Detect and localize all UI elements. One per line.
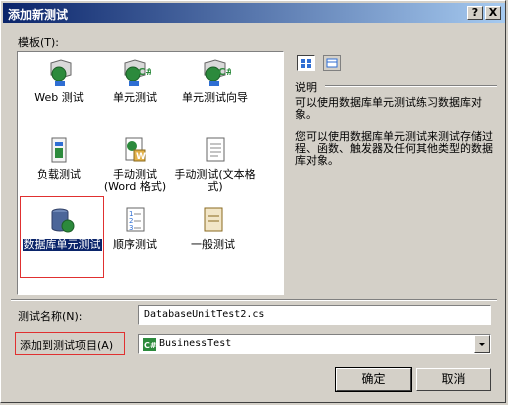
ordered-test-icon: 1 2 3 [126, 207, 145, 232]
small-icons-view-button[interactable] [323, 55, 341, 71]
svg-text:C#: C# [138, 67, 151, 78]
dialog-title: 添加新测试 [8, 8, 69, 22]
svg-text:C#: C# [144, 341, 156, 350]
close-button[interactable]: X [485, 6, 501, 20]
template-unit-test[interactable]: C# 单元测试 [96, 57, 174, 104]
template-manual-word-test[interactable]: W 手动测试(Word 格式) [96, 134, 174, 193]
description-divider [325, 85, 497, 87]
add-to-project-value: BusinessTest [159, 338, 232, 349]
template-label: 顺序测试 [113, 238, 157, 251]
description-text: 可以使用数据库单元测试练习数据库对象。 [295, 96, 482, 121]
title-bar[interactable]: 添加新测试 ? X [3, 3, 505, 23]
chevron-down-icon [479, 343, 485, 346]
large-icons-view-button[interactable] [297, 55, 315, 71]
ok-button[interactable]: 确定 [335, 367, 412, 392]
template-label: 单元测试 [113, 91, 157, 104]
template-label: 手动测试(文本格式) [174, 168, 256, 193]
add-to-project-select[interactable]: C# BusinessTest [138, 334, 491, 354]
test-name-value: DatabaseUnitTest2.cs [144, 309, 265, 320]
highlight-box-database-unit-test [20, 196, 104, 278]
cancel-button[interactable]: 取消 [416, 368, 491, 391]
description-heading: 说明 [295, 81, 317, 94]
large-icons-view-icon [301, 59, 311, 68]
load-test-icon [51, 137, 67, 163]
template-web-test[interactable]: Web 测试 [20, 57, 98, 104]
generic-test-icon [204, 207, 223, 232]
svg-text:W: W [136, 152, 146, 162]
template-manual-text-test[interactable]: 手动测试(文本格式) [172, 134, 258, 193]
test-name-input[interactable]: DatabaseUnitTest2.cs [138, 305, 491, 325]
template-label: 单元测试向导 [182, 91, 248, 104]
test-name-label: 测试名称(N): [18, 310, 83, 323]
unit-test-icon: C# [124, 59, 151, 86]
template-label: 负载测试 [37, 168, 81, 181]
separator [11, 299, 497, 301]
template-ordered-test[interactable]: 1 2 3 顺序测试 [96, 204, 174, 251]
manual-word-test-icon: W [125, 137, 146, 162]
svg-text:C#: C# [218, 67, 231, 78]
template-load-test[interactable]: 负载测试 [20, 134, 98, 181]
help-button[interactable]: ? [467, 6, 483, 20]
template-label: 一般测试 [191, 238, 235, 251]
template-label: Web 测试 [34, 91, 84, 104]
manual-text-test-icon [206, 137, 225, 162]
add-to-project-label: 添加到测试项目(A) [20, 339, 114, 352]
dropdown-button[interactable] [474, 335, 490, 353]
template-label: 手动测试(Word 格式) [103, 168, 167, 193]
template-generic-test[interactable]: 一般测试 [174, 204, 252, 251]
csharp-project-icon: C# [143, 338, 156, 351]
add-new-test-dialog: 添加新测试 ? X 模板(T): Web 测试 C# 单元测试 [0, 0, 506, 403]
web-test-icon [50, 59, 72, 86]
small-icons-view-icon [326, 58, 338, 68]
template-unit-test-wizard[interactable]: C# 单元测试向导 [174, 57, 256, 104]
description-detail: 您可以使用数据库单元测试来测试存储过程、函数、触发器及任何其他类型的数据库对象。 [295, 130, 493, 167]
templates-label: 模板(T): [18, 36, 60, 49]
svg-text:3: 3 [129, 224, 133, 232]
unit-test-wizard-icon: C# [204, 59, 231, 86]
